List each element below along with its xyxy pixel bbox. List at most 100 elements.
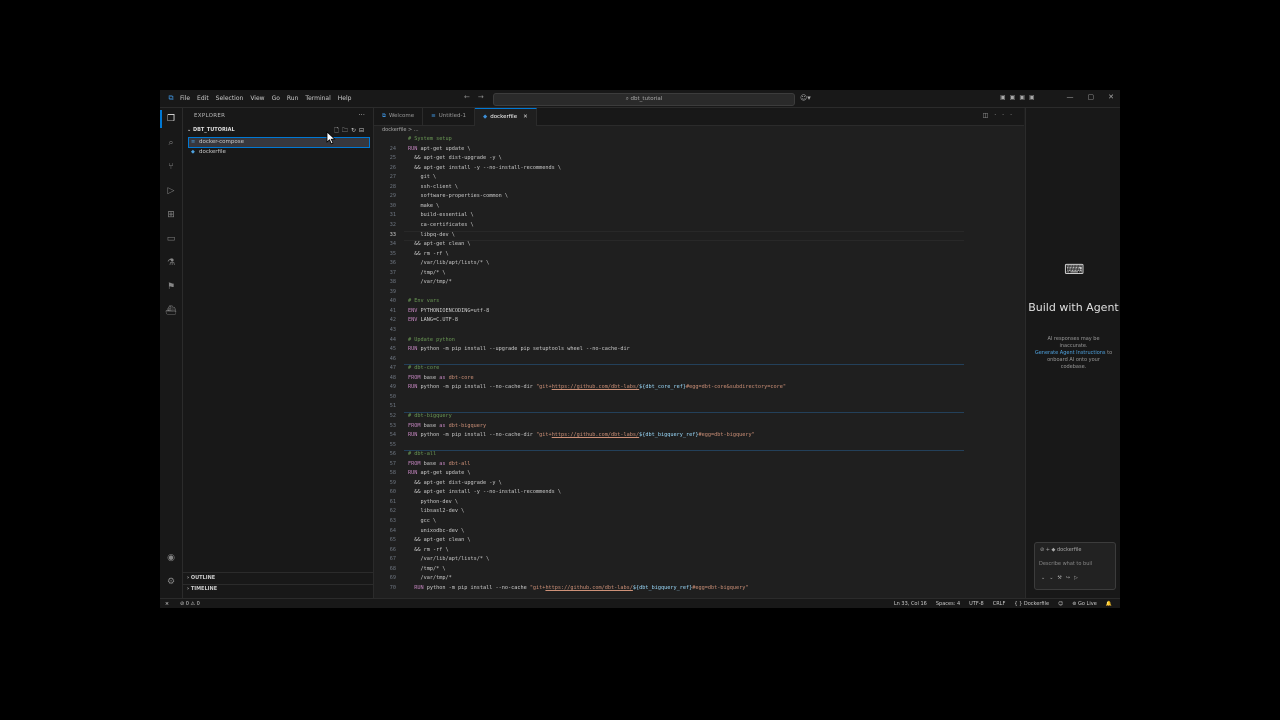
menu-item-terminal[interactable]: Terminal xyxy=(305,95,330,102)
copilot-status-icon[interactable]: ☺ xyxy=(1058,599,1063,608)
code-line: ssh-client \ xyxy=(408,184,458,190)
docker-icon[interactable]: ⛴ xyxy=(165,305,177,317)
menu-item-help[interactable]: Help xyxy=(338,95,352,102)
split-editor-icon[interactable]: ◫ xyxy=(983,112,995,119)
timeline-section[interactable]: › TIMELINE xyxy=(187,586,217,592)
go-live-button[interactable]: ⊚ Go Live xyxy=(1072,599,1097,608)
explorer-icon[interactable]: ❐ xyxy=(160,110,177,128)
menu-item-selection[interactable]: Selection xyxy=(216,95,244,102)
maximize-icon[interactable]: ▢ xyxy=(1088,93,1095,101)
run-debug-icon[interactable]: ▷ xyxy=(165,185,177,197)
code-line: && apt-get clean \ xyxy=(408,537,470,543)
line-number: 42 xyxy=(389,317,396,324)
close-tab-icon[interactable]: ✕ xyxy=(523,114,528,120)
tab-dockerfile[interactable]: ◆ dockerfile ✕ xyxy=(474,108,537,126)
agent-chat-input[interactable]: ⊘ + ◆ dockerfile Describe what to buil ⌄… xyxy=(1034,542,1116,590)
problems-indicator[interactable]: ⊘ 0 ⚠ 0 xyxy=(180,599,200,608)
line-number: 47 xyxy=(389,365,396,372)
code-token: #egg=dbt-bigquery" xyxy=(698,432,755,439)
line-number: 36 xyxy=(389,260,396,267)
more-actions-icon[interactable]: ··· xyxy=(994,112,1018,119)
menu-item-run[interactable]: Run xyxy=(287,95,299,102)
code-token: python -m pip install --no-cache-dir xyxy=(417,432,537,439)
explorer-actions: 🗋🗀↻⊟ xyxy=(334,126,367,136)
account-icon[interactable]: ◉ xyxy=(165,552,177,564)
new-folder-icon[interactable]: 🗀 xyxy=(342,127,351,134)
tab-untitled[interactable]: ≡ Untitled-1 xyxy=(423,108,475,125)
code-token: /var/lib/apt/lists/* \ xyxy=(408,556,490,563)
indentation[interactable]: Spaces: 4 xyxy=(936,599,960,608)
file-dockerfile[interactable]: ◆ dockerfile xyxy=(189,148,369,157)
generate-instructions-link[interactable]: Generate Agent Instructions xyxy=(1035,350,1106,356)
context-chip[interactable]: ⊘ + ◆ dockerfile xyxy=(1040,547,1081,553)
dbt-icon[interactable]: ⚑ xyxy=(165,281,177,293)
outline-section[interactable]: › OUTLINE xyxy=(187,575,215,581)
command-center-label: dbt_tutorial xyxy=(630,96,663,102)
status-bar: ⨯ ⊘ 0 ⚠ 0 Ln 33, Col 16 Spaces: 4 UTF-8 … xyxy=(160,598,1120,608)
testing-icon[interactable]: ⚗ xyxy=(165,257,177,269)
chat-tools-icons[interactable]: ⌄⌄⚒↪▷ xyxy=(1041,575,1082,581)
cursor-position[interactable]: Ln 33, Col 16 xyxy=(894,599,927,608)
line-number: 68 xyxy=(389,565,396,572)
code-line: && rm -rf \ xyxy=(408,547,448,553)
code-token: dbt-all xyxy=(448,460,471,467)
copilot-icon[interactable]: ☺▾ xyxy=(800,94,811,102)
search-icon[interactable]: ⌕ xyxy=(165,137,177,149)
code-line: unixodbc-dev \ xyxy=(408,528,464,534)
layout-toggle-icons[interactable]: ▣▣▣▣ xyxy=(1000,94,1039,101)
line-number: 32 xyxy=(389,221,396,228)
menu-item-file[interactable]: File xyxy=(180,95,190,102)
line-number: 48 xyxy=(389,374,396,381)
close-window-icon[interactable]: ✕ xyxy=(1108,93,1114,101)
menu-item-edit[interactable]: Edit xyxy=(197,95,209,102)
line-number: 27 xyxy=(389,174,396,181)
menu-item-go[interactable]: Go xyxy=(272,95,280,102)
code-line: software-properties-common \ xyxy=(408,193,507,199)
code-token: apt-get update \ xyxy=(417,470,471,477)
line-number: 31 xyxy=(389,212,396,219)
activity-bar: ❐ ⌕ ⑂ ▷ ⊞ ▭ ⚗ ⚑ ⛴ ◉ ⚙ xyxy=(160,108,183,598)
code-token: "git+ xyxy=(536,384,552,391)
command-center[interactable]: ⌕ dbt_tutorial xyxy=(493,93,795,106)
collapse-all-icon[interactable]: ⊟ xyxy=(359,127,367,134)
line-number: 43 xyxy=(389,327,396,333)
line-number: 49 xyxy=(389,384,396,391)
breadcrumb[interactable]: dockerfile > ... xyxy=(382,127,419,133)
refresh-icon[interactable]: ↻ xyxy=(351,127,359,134)
line-number: 41 xyxy=(389,307,396,314)
window-controls: — ▢ ✕ xyxy=(1067,93,1115,101)
tab-welcome[interactable]: ⧉ Welcome xyxy=(374,108,424,125)
code-token: base xyxy=(420,422,440,429)
code-line: RUN python -m pip install --no-cache-dir… xyxy=(408,432,755,438)
file-docker-compose[interactable]: ≡ docker-compose xyxy=(188,137,370,148)
remote-icon[interactable]: ⨯ xyxy=(160,599,174,608)
language-mode[interactable]: { } Dockerfile xyxy=(1014,599,1049,608)
code-token: base xyxy=(420,374,440,381)
more-actions-icon[interactable]: ··· xyxy=(358,111,365,119)
chat-placeholder: Describe what to buil xyxy=(1039,561,1093,567)
menu-item-view[interactable]: View xyxy=(250,95,264,102)
code-line: RUN python -m pip install --upgrade pip … xyxy=(408,346,630,352)
minimize-icon[interactable]: — xyxy=(1067,93,1074,101)
code-token: && apt-get dist-upgrade -y \ xyxy=(408,479,502,486)
source-control-icon[interactable]: ⑂ xyxy=(165,161,177,173)
nav-arrows-icon[interactable]: ←→ xyxy=(464,93,492,101)
line-number: 51 xyxy=(389,403,396,410)
line-number: 33 xyxy=(389,231,396,238)
code-line: /tmp/* \ xyxy=(408,270,445,276)
code-line: # System setup xyxy=(408,136,452,142)
explorer-title: EXPLORER xyxy=(194,113,226,119)
notifications-icon[interactable]: 🔔 xyxy=(1106,599,1112,608)
encoding[interactable]: UTF-8 xyxy=(969,599,984,608)
code-line: RUN apt-get update \ xyxy=(408,470,470,476)
line-number: 45 xyxy=(389,346,396,353)
code-token: ENV xyxy=(408,307,418,314)
line-ending[interactable]: CRLF xyxy=(993,599,1006,608)
code-line: RUN python -m pip install --no-cache-dir… xyxy=(408,384,786,390)
code-token: RUN xyxy=(408,145,418,152)
settings-gear-icon[interactable]: ⚙ xyxy=(165,576,177,588)
extensions-icon[interactable]: ⊞ xyxy=(165,209,177,221)
code-token: RUN xyxy=(408,584,424,591)
line-number: 62 xyxy=(389,508,396,515)
remote-explorer-icon[interactable]: ▭ xyxy=(165,233,177,245)
